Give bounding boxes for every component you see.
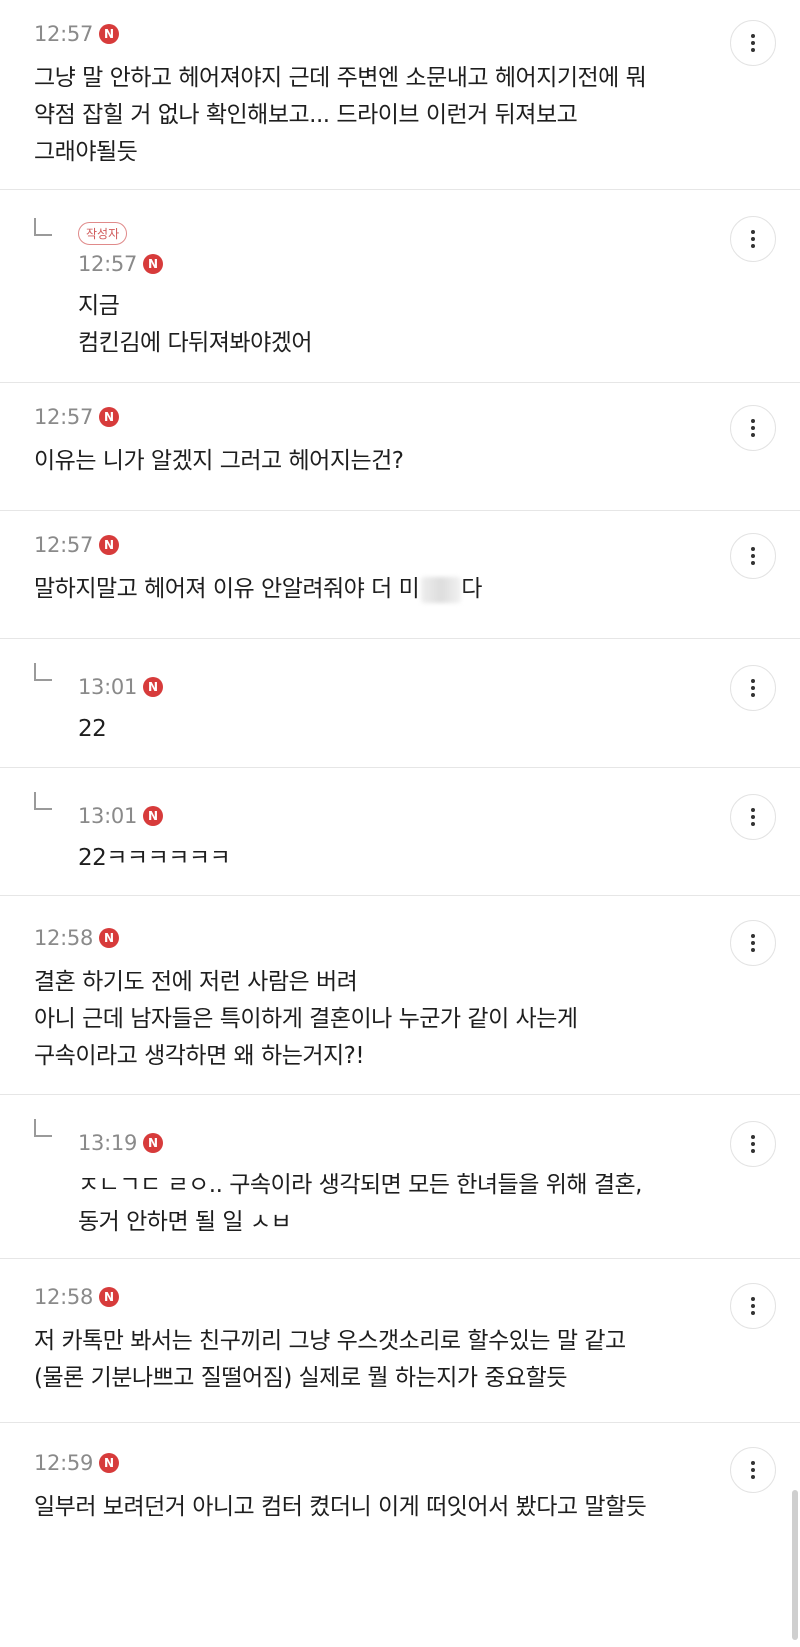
comment-meta: 12:58 N — [34, 926, 120, 950]
comment-item: 12:58 N 저 카톡만 봐서는 친구끼리 그냥 우스갯소리로 할수있는 말 … — [0, 1259, 800, 1423]
comment-line: 22ㅋㅋㅋㅋㅋㅋ — [78, 845, 231, 871]
more-vertical-icon — [751, 678, 755, 699]
comment-time: 12:58 — [34, 1285, 94, 1309]
comment-time: 13:19 — [78, 1131, 138, 1155]
new-badge-icon: N — [143, 254, 164, 274]
more-options-button[interactable] — [730, 1447, 776, 1493]
comment-time: 12:57 — [78, 252, 138, 276]
more-options-button[interactable] — [730, 794, 776, 840]
new-badge-icon: N — [99, 407, 120, 427]
reply-arrow-icon — [34, 792, 52, 810]
comment-line: 약점 잡힐 거 없나 확인해보고... 드라이브 이런거 뒤져보고 — [34, 102, 578, 128]
comment-line: 일부러 보려던거 아니고 컴터 켰더니 이게 떠잇어서 봤다고 말할듯 — [34, 1494, 647, 1520]
new-badge-icon: N — [99, 24, 120, 44]
comment-body: 22 — [78, 711, 107, 748]
comment-line: 컴킨김에 다뒤져봐야겠어 — [78, 330, 313, 356]
comment-body: 저 카톡만 봐서는 친구끼리 그냥 우스갯소리로 할수있는 말 같고 (물론 기… — [34, 1323, 626, 1397]
comment-item: 12:57 N 그냥 말 안하고 헤어져야지 근데 주변엔 소문내고 헤어지기전… — [0, 0, 800, 190]
more-vertical-icon — [751, 546, 755, 567]
more-options-button[interactable] — [730, 665, 776, 711]
comment-body: 일부러 보려던거 아니고 컴터 켰더니 이게 떠잇어서 봤다고 말할듯 — [34, 1489, 647, 1526]
comment-meta: 12:58 N — [34, 1285, 120, 1309]
more-vertical-icon — [751, 1460, 755, 1481]
author-badge: 작성자 — [78, 222, 128, 245]
comment-time: 13:01 — [78, 675, 138, 699]
comment-body: 말하지말고 헤어져 이유 안알려줘야 더 미 다 — [34, 571, 482, 608]
new-badge-icon: N — [143, 806, 164, 826]
comment-line: 이유는 니가 알겠지 그러고 헤어지는건? — [34, 448, 404, 474]
comment-meta: 13:19 N — [78, 1131, 164, 1155]
comment-line: 지금 — [78, 293, 120, 319]
comment-item: 12:58 N 결혼 하기도 전에 저런 사람은 버려 아니 근데 남자들은 특… — [0, 896, 800, 1095]
reply-arrow-icon — [34, 663, 52, 681]
comment-line: 저 카톡만 봐서는 친구끼리 그냥 우스갯소리로 할수있는 말 같고 — [34, 1328, 626, 1354]
more-options-button[interactable] — [730, 216, 776, 262]
comment-body: 22ㅋㅋㅋㅋㅋㅋ — [78, 840, 231, 877]
comment-line: ㅈㄴㄱㄷ ㄹㅇ.. 구속이라 생각되면 모든 한녀들을 위해 결혼, — [78, 1172, 642, 1198]
comment-time: 12:59 — [34, 1451, 94, 1475]
more-options-button[interactable] — [730, 533, 776, 579]
comment-line: 동거 안하면 될 일 ㅅㅂ — [78, 1209, 292, 1235]
comment-meta: 12:57 N — [78, 252, 164, 276]
reply-item: 13:19 N ㅈㄴㄱㄷ ㄹㅇ.. 구속이라 생각되면 모든 한녀들을 위해 결… — [0, 1095, 800, 1259]
comment-item: 12:57 N 이유는 니가 알겠지 그러고 헤어지는건? — [0, 383, 800, 511]
comment-time: 12:57 — [34, 22, 94, 46]
new-badge-icon: N — [99, 928, 120, 948]
more-vertical-icon — [751, 418, 755, 439]
more-options-button[interactable] — [730, 1283, 776, 1329]
comment-meta: 12:57 N — [34, 533, 120, 557]
comment-line: 그래야될듯 — [34, 139, 138, 165]
more-vertical-icon — [751, 33, 755, 54]
new-badge-icon: N — [99, 1453, 120, 1473]
censor-blur — [421, 576, 462, 603]
more-vertical-icon — [751, 933, 755, 954]
comment-meta: 13:01 N — [78, 804, 164, 828]
new-badge-icon: N — [99, 1287, 120, 1307]
comment-line: 그냥 말 안하고 헤어져야지 근데 주변엔 소문내고 헤어지기전에 뭐 — [34, 65, 647, 91]
new-badge-icon: N — [99, 535, 120, 555]
reply-arrow-icon — [34, 218, 52, 236]
more-options-button[interactable] — [730, 1121, 776, 1167]
reply-arrow-icon — [34, 1119, 52, 1137]
comment-time: 12:57 — [34, 405, 94, 429]
comment-body: 이유는 니가 알겠지 그러고 헤어지는건? — [34, 443, 404, 480]
more-options-button[interactable] — [730, 920, 776, 966]
reply-item: 작성자 12:57 N 지금 컴킨김에 다뒤져봐야겠어 — [0, 190, 800, 383]
comment-line: 결혼 하기도 전에 저런 사람은 버려 — [34, 969, 358, 995]
more-vertical-icon — [751, 1134, 755, 1155]
comment-body: ㅈㄴㄱㄷ ㄹㅇ.. 구속이라 생각되면 모든 한녀들을 위해 결혼, 동거 안하… — [78, 1167, 642, 1241]
reply-item: 13:01 N 22 — [0, 639, 800, 768]
comment-line: 구속이라고 생각하면 왜 하는거지?! — [34, 1043, 365, 1069]
comment-line: 말하지말고 헤어져 이유 안알려줘야 더 미 — [34, 576, 420, 602]
comment-line-tail: 다 — [461, 576, 482, 602]
more-vertical-icon — [751, 807, 755, 828]
comment-body: 결혼 하기도 전에 저런 사람은 버려 아니 근데 남자들은 특이하게 결혼이나… — [34, 964, 578, 1075]
comment-meta: 12:57 N — [34, 22, 120, 46]
more-vertical-icon — [751, 229, 755, 250]
comment-time: 13:01 — [78, 804, 138, 828]
more-options-button[interactable] — [730, 20, 776, 66]
comment-line: 22 — [78, 716, 107, 742]
comment-time: 12:57 — [34, 533, 94, 557]
comment-line: (물론 기분나쁘고 질떨어짐) 실제로 뭘 하는지가 중요할듯 — [34, 1365, 567, 1391]
comment-item: 12:57 N 말하지말고 헤어져 이유 안알려줘야 더 미 다 — [0, 511, 800, 639]
comment-meta: 13:01 N — [78, 675, 164, 699]
reply-item: 13:01 N 22ㅋㅋㅋㅋㅋㅋ — [0, 768, 800, 896]
scrollbar[interactable] — [792, 1490, 798, 1640]
new-badge-icon: N — [143, 1133, 164, 1153]
comment-time: 12:58 — [34, 926, 94, 950]
comment-meta: 12:57 N — [34, 405, 120, 429]
comment-item: 12:59 N 일부러 보려던거 아니고 컴터 켰더니 이게 떠잇어서 봤다고 … — [0, 1423, 800, 1647]
comment-line: 아니 근데 남자들은 특이하게 결혼이나 누군가 같이 사는게 — [34, 1006, 578, 1032]
new-badge-icon: N — [143, 677, 164, 697]
comment-meta: 12:59 N — [34, 1451, 120, 1475]
more-vertical-icon — [751, 1296, 755, 1317]
more-options-button[interactable] — [730, 405, 776, 451]
comment-body: 그냥 말 안하고 헤어져야지 근데 주변엔 소문내고 헤어지기전에 뭐 약점 잡… — [34, 60, 647, 171]
comment-body: 지금 컴킨김에 다뒤져봐야겠어 — [78, 288, 313, 362]
